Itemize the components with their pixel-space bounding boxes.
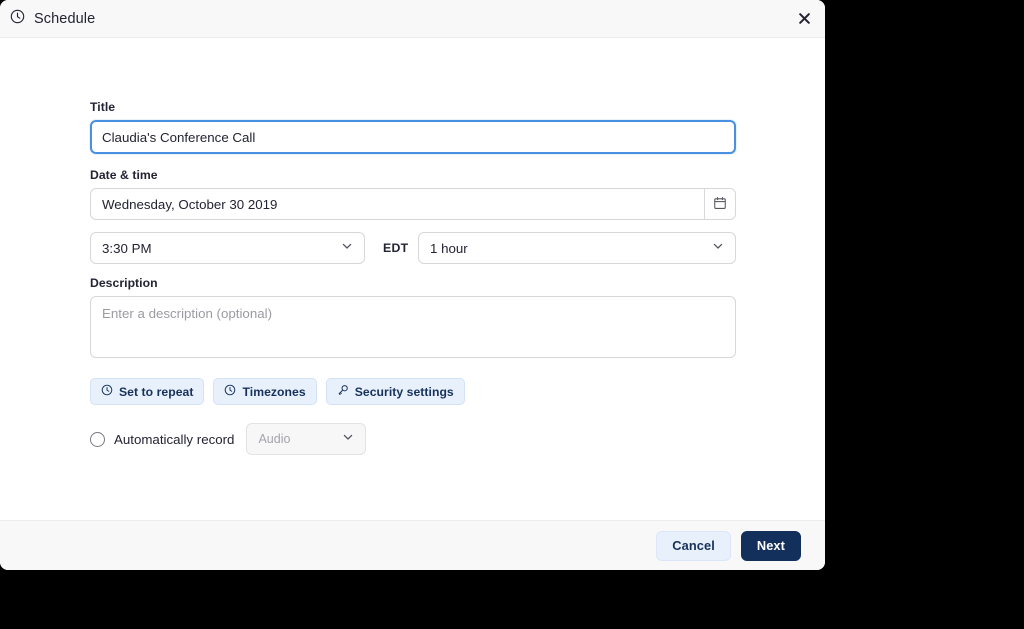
modal-title-group: Schedule [10,9,95,29]
description-label: Description [90,276,158,290]
record-type-value: Audio [258,432,291,446]
time-row: 3:30 PM EDT 1 hour [90,232,736,264]
modal-body: Title Date & time [0,38,825,520]
description-field-group: Description [90,276,736,363]
clock-icon [10,9,25,29]
cancel-button[interactable]: Cancel [656,530,731,561]
security-settings-label: Security settings [354,384,454,399]
chevron-down-icon [341,239,353,257]
description-textarea[interactable] [90,296,736,358]
auto-record-label: Automatically record [114,431,235,447]
time-select[interactable]: 3:30 PM [90,232,365,264]
key-icon [337,384,349,399]
auto-record-radio[interactable] [90,431,105,447]
title-label: Title [90,100,116,114]
title-input[interactable] [90,120,736,154]
timezones-button[interactable]: Timezones [213,378,317,405]
next-button[interactable]: Next [740,530,801,561]
page-title: Schedule [34,10,96,27]
clock-icon [101,384,113,399]
clock-icon [224,384,236,399]
schedule-form: Title Date & time [90,100,736,455]
security-settings-button[interactable]: Security settings [325,378,465,405]
duration-select-value: 1 hour [430,240,468,256]
option-buttons-row: Set to repeat Timezones Security setting… [90,378,736,405]
datetime-label: Date & time [90,168,158,182]
timezones-label: Timezones [242,384,306,399]
chevron-down-icon [342,430,354,448]
calendar-picker-button[interactable] [704,188,736,220]
date-row [90,188,736,220]
date-input-wrap [90,188,704,220]
set-to-repeat-label: Set to repeat [119,384,194,399]
modal-header: Schedule [0,0,825,38]
close-icon[interactable] [794,9,814,29]
auto-record-row: Automatically record Audio [90,423,736,455]
schedule-modal: Schedule Title Date & time [0,0,825,570]
date-input[interactable] [90,188,704,220]
duration-select[interactable]: 1 hour [418,232,736,264]
timezone-label: EDT [383,241,409,255]
record-type-select[interactable]: Audio [246,423,367,455]
title-field-group: Title [90,100,736,154]
set-to-repeat-button[interactable]: Set to repeat [90,378,205,405]
chevron-down-icon [712,239,724,257]
modal-footer: Cancel Next [0,520,825,570]
time-select-value: 3:30 PM [102,240,152,256]
calendar-icon [713,196,727,213]
datetime-field-group: Date & time Wednesday, October 30 2019 3… [90,168,736,264]
